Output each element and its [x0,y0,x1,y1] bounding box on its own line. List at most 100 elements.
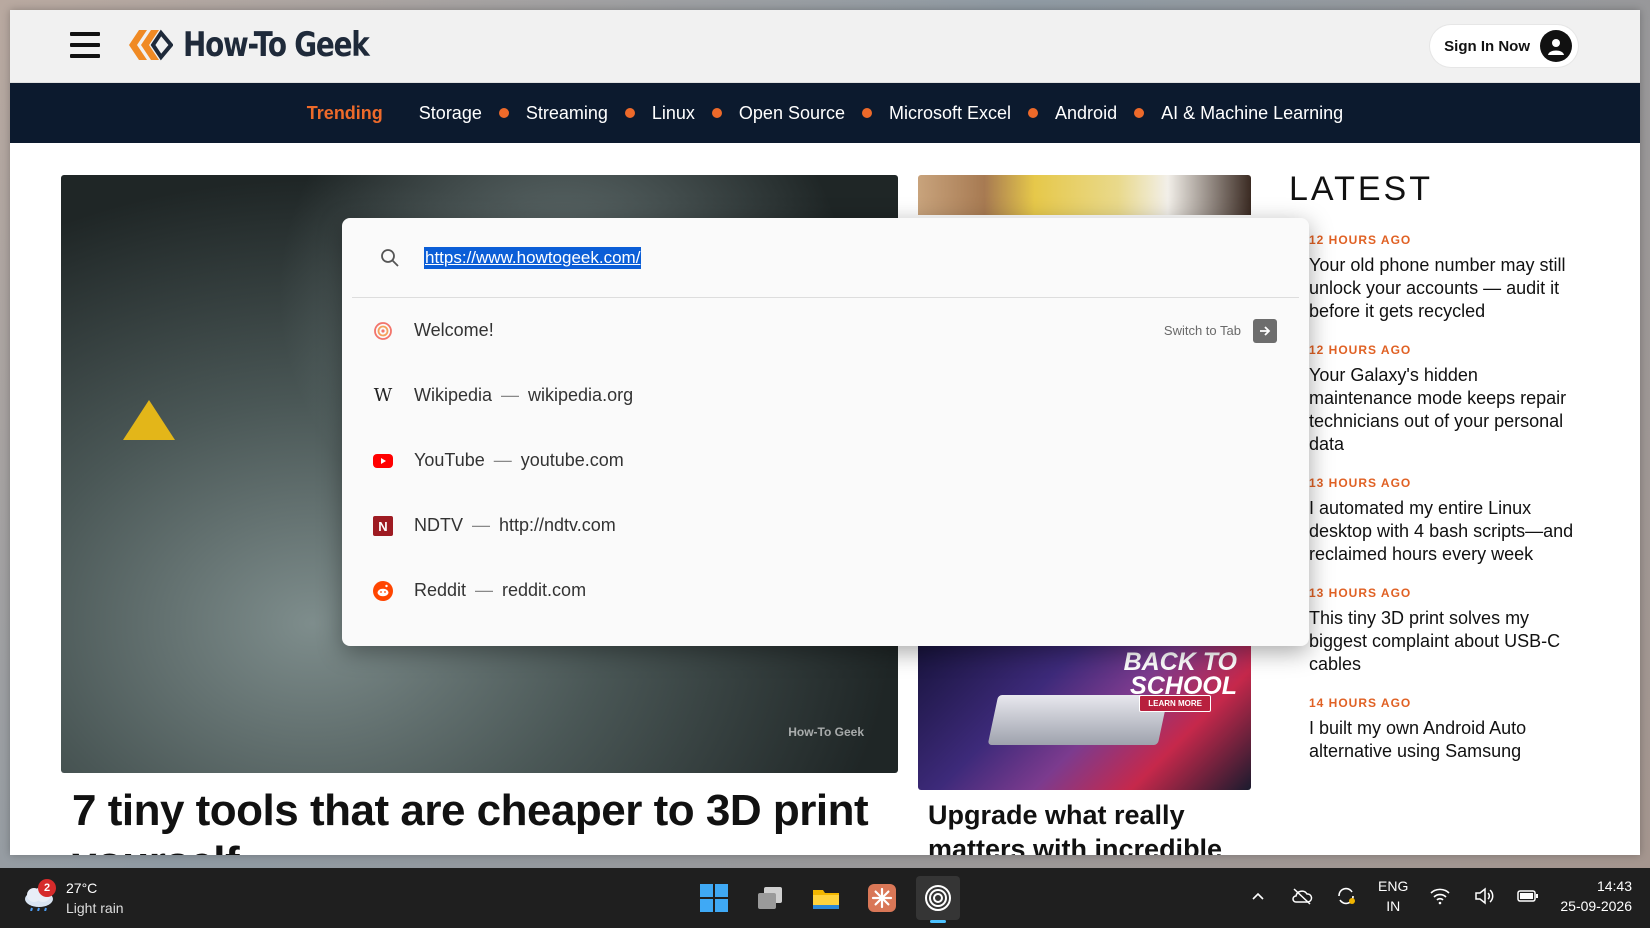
weather-temp: 27°C [66,880,98,896]
sign-in-label: Sign In Now [1444,37,1530,55]
latest-title[interactable]: Your Galaxy's hidden maintenance mode ke… [1309,364,1579,456]
trending-label: Trending [306,102,383,123]
suggestion-name: Welcome! [414,320,494,340]
side-article-title[interactable]: Upgrade what really matters with incredi… [928,798,1248,855]
latest-title[interactable]: I automated my entire Linux desktop with… [1309,497,1579,566]
ndtv-icon: N [372,515,394,537]
latest-item[interactable]: 12 HOURS AGO Your Galaxy's hidden mainte… [1309,343,1579,456]
suggestion-youtube[interactable]: YouTube — youtube.com [342,428,1309,493]
suggestion-name: NDTV [414,515,463,535]
suggestion-separator: — [493,450,512,470]
address-bar[interactable]: https://www.howtogeek.com/ [352,218,1299,298]
nav-separator [498,108,509,118]
suggestion-separator: — [475,580,494,600]
suggestion-separator: — [501,385,520,405]
suggestion-name: Reddit [414,580,467,600]
latest-time: 13 HOURS AGO [1309,476,1412,490]
url-input[interactable]: https://www.howtogeek.com/ [424,246,642,269]
sign-in-button[interactable]: Sign In Now [1430,25,1578,67]
suggestion-welcome[interactable]: Welcome! Switch to Tab [342,298,1309,363]
trend-open-source[interactable]: Open Source [739,103,845,124]
notification-badge: 2 [38,879,56,897]
browser-app-icon[interactable] [916,876,960,923]
system-clock[interactable]: 14:43 25-09-2026 [1560,876,1632,916]
volume-icon[interactable] [1472,884,1496,908]
suggestion-name: YouTube [414,450,485,470]
trend-storage[interactable]: Storage [419,103,482,124]
latest-title[interactable]: I built my own Android Auto alternative … [1309,717,1579,763]
learn-more-button[interactable]: LEARN MORE [1139,695,1211,712]
clock-date: 25-09-2026 [1560,898,1632,914]
wifi-icon[interactable] [1428,884,1452,908]
chevron-up-icon[interactable] [1246,884,1270,908]
suggestion-url: wikipedia.org [528,385,634,405]
clock-time: 14:43 [1596,878,1632,894]
wikipedia-icon: W [373,385,393,406]
latest-item[interactable]: 12 HOURS AGO Your old phone number may s… [1309,233,1579,323]
logo-text: How-To Geek [183,25,370,65]
suggestion-wikipedia[interactable]: W Wikipedia — wikipedia.org [342,363,1309,428]
sync-icon[interactable] [1334,884,1358,908]
taskbar-apps [692,876,960,923]
latest-item[interactable]: 13 HOURS AGO I automated my entire Linux… [1309,476,1579,566]
suggestion-url: reddit.com [502,580,587,600]
battery-charging-icon[interactable] [1516,884,1540,908]
suggestion-reddit[interactable]: Reddit — reddit.com [342,558,1309,623]
system-tray: ENG IN 14:43 25-09-2026 [1246,876,1632,916]
trending-nav: Trending Storage Streaming Linux Open So… [10,83,1640,143]
trend-streaming[interactable]: Streaming [526,103,608,124]
trend-ai-machine-learning[interactable]: AI & Machine Learning [1161,103,1343,124]
file-explorer-icon[interactable] [804,876,848,920]
user-avatar-icon [1540,30,1572,62]
promo-banner-image[interactable]: BACK TO SCHOOL LEARN MORE [918,640,1251,790]
suggestion-name: Wikipedia [414,385,493,405]
nav-separator [1134,108,1145,118]
latest-time: 14 HOURS AGO [1309,696,1412,710]
nav-separator [711,108,722,118]
weather-widget[interactable]: 2 27°C Light rain [22,878,124,918]
latest-time: 12 HOURS AGO [1309,343,1412,357]
language-indicator[interactable]: ENG IN [1378,876,1408,916]
latest-title[interactable]: This tiny 3D print solves my biggest com… [1309,607,1579,676]
warning-triangle-shape [123,400,175,440]
latest-title[interactable]: Your old phone number may still unlock y… [1309,254,1579,323]
lang-region: IN [1386,898,1401,914]
promo-text: BACK TO SCHOOL [1123,648,1237,699]
suggestion-url: youtube.com [520,450,624,470]
suggestion-ndtv[interactable]: N NDTV — http://ndtv.com [342,493,1309,558]
cloud-rain-icon: 2 [22,879,58,913]
promo-line-1: BACK TO [1123,648,1237,676]
reddit-icon [372,580,394,602]
nav-separator [1028,108,1039,118]
suggestion-url: http://ndtv.com [499,515,616,535]
latest-time: 12 HOURS AGO [1309,233,1412,247]
trend-microsoft-excel[interactable]: Microsoft Excel [889,103,1011,124]
hero-watermark: How-To Geek [788,725,864,739]
site-header: How-To Geek Sign In Now [10,10,1640,83]
site-logo[interactable]: How-To Geek [125,24,409,66]
firefox-welcome-icon [372,320,394,342]
youtube-icon [372,450,394,472]
logo-icon [129,29,173,61]
trend-linux[interactable]: Linux [652,103,695,124]
nav-separator [624,108,635,118]
side-article-image[interactable] [918,175,1251,215]
weather-desc: Light rain [66,900,124,916]
latest-time: 13 HOURS AGO [1309,586,1412,600]
trend-android[interactable]: Android [1055,103,1117,124]
task-view-icon[interactable] [748,876,792,920]
switch-to-tab-label: Switch to Tab [1163,323,1241,338]
arrow-right-icon [1253,318,1277,343]
windows-taskbar: 2 27°C Light rain ENG IN 14:43 25-09-202… [0,868,1650,928]
lang-code: ENG [1378,878,1409,894]
active-app-indicator [930,920,946,923]
claude-app-icon[interactable] [860,876,904,920]
menu-icon[interactable] [70,32,100,58]
cloud-off-icon[interactable] [1290,884,1314,908]
hero-title[interactable]: 7 tiny tools that are cheaper to 3D prin… [72,785,892,855]
latest-item[interactable]: 13 HOURS AGO This tiny 3D print solves m… [1309,586,1579,676]
suggestion-separator: — [472,515,490,535]
latest-item[interactable]: 14 HOURS AGO I built my own Android Auto… [1309,696,1579,763]
switch-to-tab-button[interactable]: Switch to Tab [1163,318,1277,343]
windows-start-icon[interactable] [692,876,736,920]
